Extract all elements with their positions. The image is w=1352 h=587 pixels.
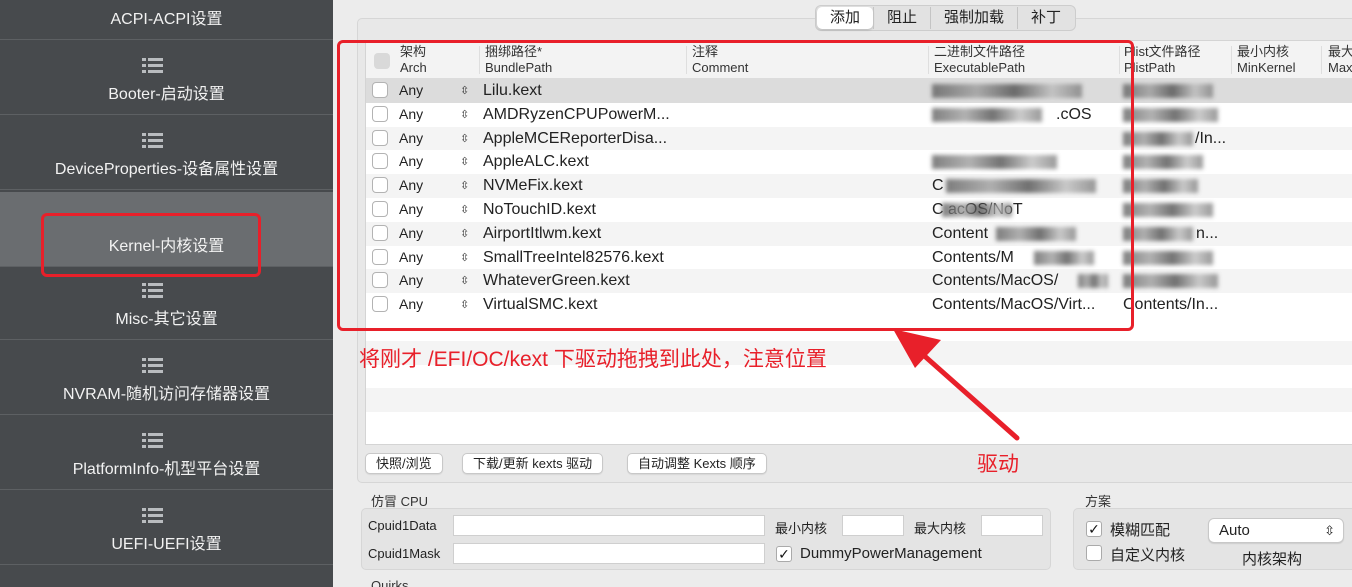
arrow-line <box>917 349 1020 441</box>
annotation-arrow <box>893 329 1020 441</box>
